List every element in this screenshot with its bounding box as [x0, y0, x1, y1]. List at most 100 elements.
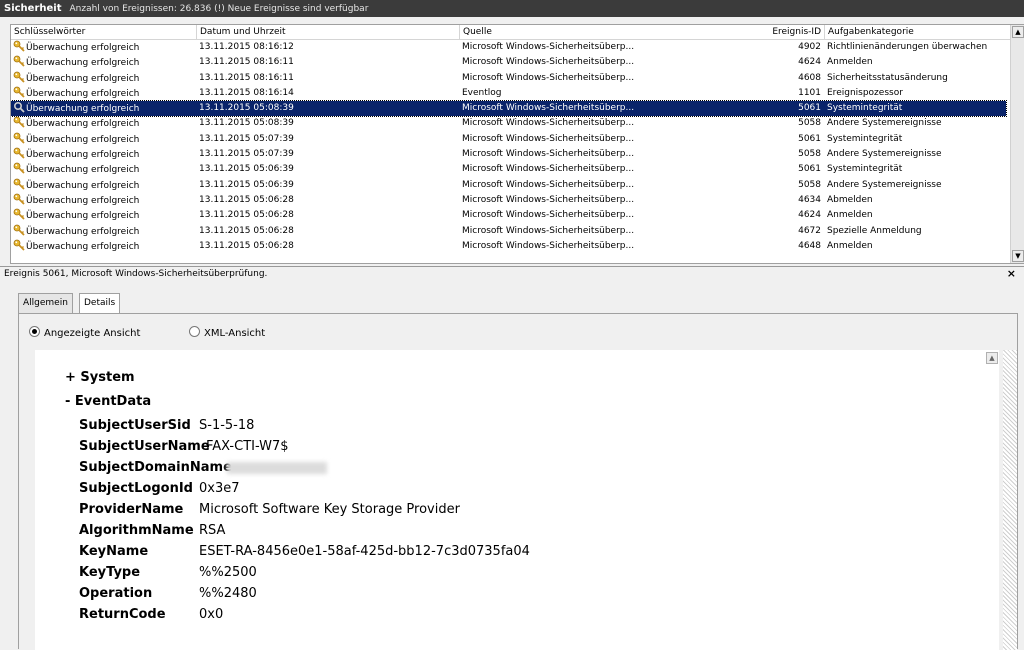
- key-icon: [13, 224, 25, 236]
- cell-source: Eventlog: [462, 87, 502, 98]
- key-icon: [13, 117, 25, 129]
- table-row[interactable]: Überwachung erfolgreich 13.11.2015 05:06:…: [11, 239, 1006, 254]
- tab-details[interactable]: Details: [79, 293, 121, 315]
- cell-category: Andere Systemereignisse: [827, 118, 942, 129]
- cell-category: Systemintegrität: [827, 103, 903, 114]
- key-icon: [13, 162, 25, 175]
- cell-source: Microsoft Windows-Sicherheitsüberp...: [462, 194, 635, 205]
- cell-date: 13.11.2015 05:06:39: [199, 164, 294, 175]
- table-row[interactable]: Überwachung erfolgreich 13.11.2015 08:16:…: [11, 55, 1006, 70]
- system-node[interactable]: + System: [65, 370, 135, 385]
- event-count-info: Anzahl von Ereignissen: 26.836 (!) Neue …: [69, 3, 369, 14]
- cell-keyword: Überwachung erfolgreich: [13, 71, 193, 87]
- table-row[interactable]: Überwachung erfolgreich 13.11.2015 05:07:…: [11, 147, 1006, 162]
- radio-xml-view[interactable]: XML-Ansicht: [189, 326, 265, 339]
- cell-keyword: Überwachung erfolgreich: [13, 239, 193, 255]
- cell-date: 13.11.2015 05:07:39: [199, 149, 294, 160]
- cell-category: Richtlinienänderungen überwachen: [827, 42, 988, 52]
- cell-date: 13.11.2015 08:16:11: [199, 72, 294, 83]
- event-data-view: + System - EventData SubjectUserSid S-1-5…: [35, 350, 985, 650]
- radio-unselected-icon[interactable]: [189, 326, 200, 337]
- table-row[interactable]: Überwachung erfolgreich 13.11.2015 05:06:…: [11, 224, 1006, 239]
- cell-event-id: 1101: [798, 87, 821, 98]
- column-header-event-id[interactable]: Ereignis-ID: [755, 25, 825, 39]
- table-row[interactable]: Überwachung erfolgreich 13.11.2015 05:06:…: [11, 178, 1006, 193]
- field-name: KeyType: [79, 565, 141, 580]
- event-list[interactable]: Schlüsselwörter Datum und Uhrzeit Quelle…: [10, 24, 1024, 264]
- scroll-down-arrow-icon[interactable]: ▼: [1012, 250, 1024, 262]
- column-header-date[interactable]: Datum und Uhrzeit: [197, 25, 460, 39]
- cell-keyword: Überwachung erfolgreich: [13, 208, 193, 224]
- cell-category: Systemintegrität: [827, 164, 903, 175]
- cell-event-id: 5061: [798, 133, 821, 144]
- table-row[interactable]: Überwachung erfolgreich 13.11.2015 05:06:…: [11, 193, 1006, 208]
- cell-event-id: 4634: [798, 194, 821, 205]
- key-icon: [13, 71, 25, 83]
- field-value: 0x0: [199, 607, 224, 622]
- cell-category: Systemintegrität: [827, 133, 903, 144]
- cell-keyword: Überwachung erfolgreich: [13, 178, 193, 194]
- field-name: AlgorithmName: [79, 523, 194, 538]
- column-header-keywords[interactable]: Schlüsselwörter: [11, 25, 197, 39]
- cell-source: Microsoft Windows-Sicherheitsüberp...: [462, 118, 635, 129]
- table-row[interactable]: Überwachung erfolgreich 13.11.2015 05:08:…: [11, 116, 1006, 131]
- field-name: SubjectUserName: [79, 439, 210, 454]
- cell-event-id: 4672: [798, 225, 821, 236]
- scroll-up-arrow-icon[interactable]: ▲: [1012, 26, 1024, 38]
- table-row[interactable]: Überwachung erfolgreich 13.11.2015 05:08:…: [11, 100, 1007, 118]
- cell-source: Microsoft Windows-Sicherheitsüberp...: [462, 103, 635, 114]
- eventdata-node[interactable]: - EventData: [65, 394, 151, 409]
- cell-date: 13.11.2015 05:06:28: [199, 194, 294, 205]
- radio-xml-view-label: XML-Ansicht: [204, 328, 266, 339]
- radio-displayed-view[interactable]: Angezeigte Ansicht: [29, 326, 140, 339]
- table-row[interactable]: Überwachung erfolgreich 13.11.2015 08:16:…: [11, 71, 1006, 86]
- key-icon: [13, 208, 25, 220]
- cell-source: Microsoft Windows-Sicherheitsüberp...: [462, 210, 635, 221]
- scroll-up-arrow-icon[interactable]: ▲: [986, 352, 998, 364]
- key-icon: [13, 147, 25, 159]
- field-value: ESET-RA-8456e0e1-58af-425d-bb12-7c3d0735…: [199, 544, 530, 559]
- details-panel: Angezeigte Ansicht XML-Ansicht + System …: [18, 313, 1018, 650]
- radio-selected-icon[interactable]: [29, 326, 40, 337]
- table-row[interactable]: Überwachung erfolgreich 13.11.2015 08:16:…: [11, 86, 1006, 101]
- cell-category: Andere Systemereignisse: [827, 179, 942, 190]
- event-rows: Überwachung erfolgreich 13.11.2015 08:16:…: [11, 40, 1007, 254]
- cell-category: Anmelden: [827, 57, 873, 68]
- table-row[interactable]: Überwachung erfolgreich 13.11.2015 05:06:…: [11, 208, 1006, 223]
- cell-event-id: 4624: [798, 57, 821, 68]
- log-name: Sicherheit: [4, 3, 62, 14]
- field-name: SubjectDomainName: [79, 460, 232, 475]
- cell-source: Microsoft Windows-Sicherheitsüberp...: [462, 72, 635, 83]
- cell-category: Anmelden: [827, 210, 873, 221]
- field-value: RSA: [199, 523, 226, 538]
- cell-source: Microsoft Windows-Sicherheitsüberp...: [462, 179, 635, 190]
- tab-allgemein[interactable]: Allgemein: [18, 293, 73, 314]
- table-row[interactable]: Überwachung erfolgreich 13.11.2015 05:07:…: [11, 132, 1006, 147]
- cell-date: 13.11.2015 05:06:28: [199, 225, 294, 236]
- key-icon: [13, 40, 25, 52]
- field-value: FAX-CTI-W7$: [206, 439, 289, 454]
- details-scrollbar[interactable]: ▲: [985, 350, 999, 650]
- cell-keyword: Überwachung erfolgreich: [13, 55, 193, 71]
- table-row[interactable]: Überwachung erfolgreich 13.11.2015 08:16:…: [11, 40, 1006, 55]
- cell-event-id: 4648: [798, 240, 821, 251]
- redacted-value: [227, 460, 327, 475]
- event-list-header: Schlüsselwörter Datum und Uhrzeit Quelle…: [11, 25, 1011, 40]
- key-icon: [13, 132, 25, 144]
- cell-category: Sicherheitsstatusänderung: [827, 72, 948, 83]
- cell-date: 13.11.2015 05:07:39: [199, 133, 294, 144]
- cell-date: 13.11.2015 08:16:11: [199, 57, 294, 68]
- column-header-category[interactable]: Aufgabenkategorie: [825, 25, 1011, 39]
- field-value: %%2480: [199, 586, 257, 601]
- key-icon: [13, 86, 25, 98]
- cell-category: Ereignispozessor: [827, 87, 903, 98]
- cell-source: Microsoft Windows-Sicherheitsüberp...: [462, 164, 635, 175]
- cell-keyword: Überwachung erfolgreich: [13, 132, 193, 148]
- cell-keyword: Überwachung erfolgreich: [13, 193, 193, 209]
- cell-source: Microsoft Windows-Sicherheitsüberp...: [462, 149, 635, 160]
- cell-keyword: Überwachung erfolgreich: [13, 116, 193, 132]
- event-list-scrollbar[interactable]: ▲ ▼: [1010, 25, 1024, 263]
- table-row[interactable]: Überwachung erfolgreich 13.11.2015 05:06:…: [11, 162, 1006, 177]
- close-icon[interactable]: ×: [1007, 267, 1016, 280]
- cell-keyword: Überwachung erfolgreich: [13, 101, 193, 117]
